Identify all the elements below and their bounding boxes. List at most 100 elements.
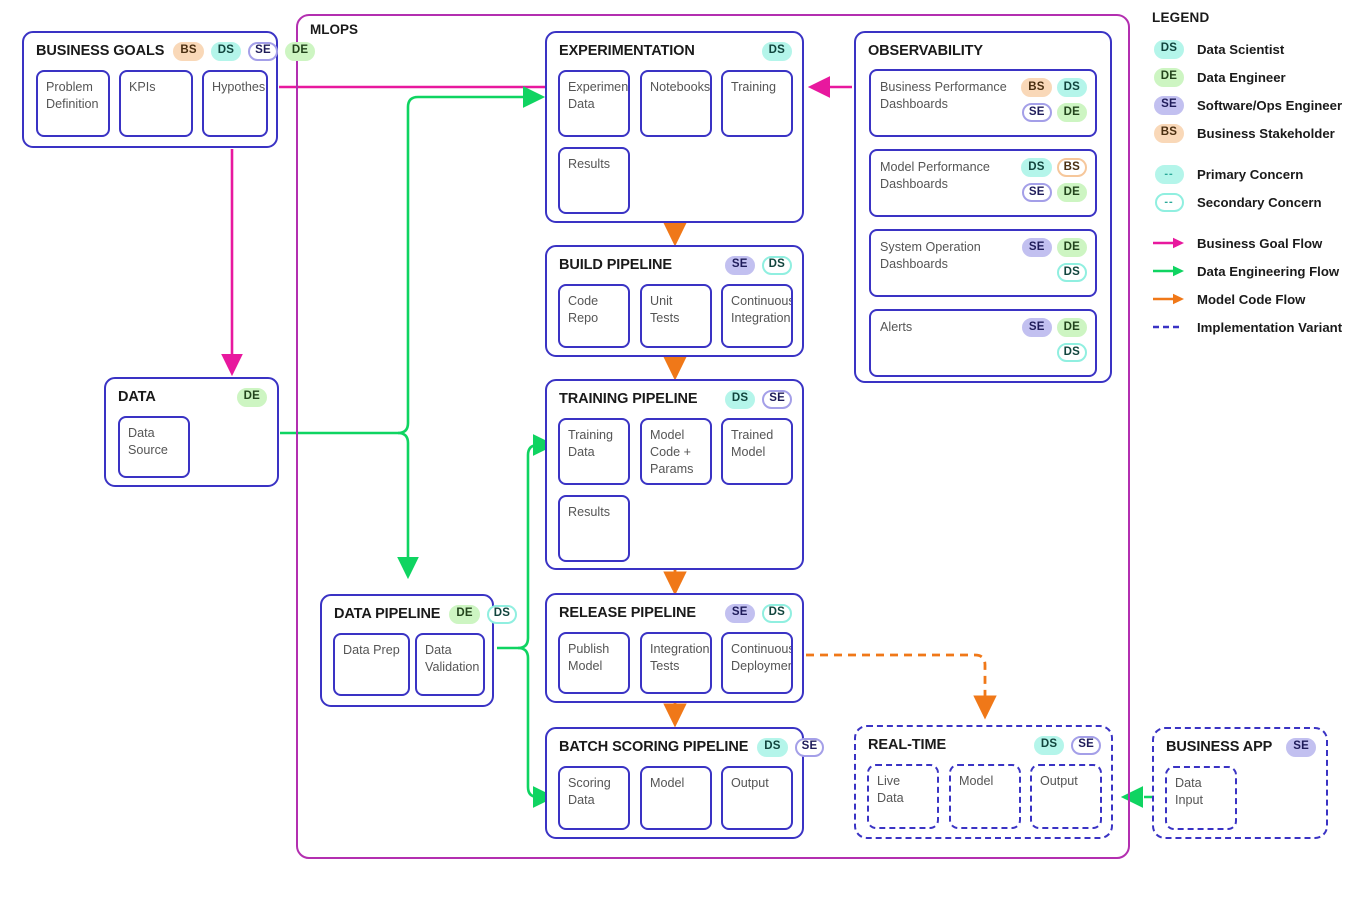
- legend-label: Business Goal Flow: [1197, 235, 1323, 251]
- group-business-goals[interactable]: BUSINESS GOALS BS DS SE DE Problem Defin…: [22, 31, 316, 148]
- legend-label: Data Scientist: [1197, 41, 1285, 57]
- group-data-pipeline[interactable]: DATA PIPELINE DE DS Data Prep Data Valid…: [320, 594, 518, 707]
- group-title: DATA PIPELINE: [334, 606, 441, 622]
- item-experiment-data[interactable]: Experiment Data: [558, 70, 630, 137]
- group-title: BATCH SCORING PIPELINE: [559, 739, 749, 755]
- implementation-variant-dashed-icon: [1152, 324, 1186, 330]
- item-hypothesis[interactable]: Hypothesis: [202, 70, 268, 137]
- badge-bs: BS: [1021, 78, 1052, 97]
- badge-ds: DS: [761, 603, 792, 623]
- group-title: TRAINING PIPELINE: [559, 391, 698, 407]
- badge-row: SE DE DS: [1009, 318, 1087, 362]
- diagram-canvas: MLOPS BUSINESS GOALS BS DS SE DE Problem…: [0, 0, 1359, 900]
- group-header: BUILD PIPELINE SE DS: [559, 254, 792, 276]
- badge-de: DE: [284, 41, 316, 61]
- legend-label: Data Engineer: [1197, 69, 1286, 85]
- legend-label: Implementation Variant: [1197, 319, 1343, 335]
- item-training-data[interactable]: Training Data: [558, 418, 630, 485]
- legend-row-data-scientist: DS Data Scientist: [1152, 35, 1357, 63]
- legend-row-secondary-concern: -- Secondary Concern: [1152, 188, 1357, 216]
- item-data-validation[interactable]: Data Validation: [415, 633, 485, 696]
- badge-row: DS BS SE DE: [1009, 158, 1087, 202]
- item-trained-model[interactable]: Trained Model: [721, 418, 793, 485]
- badge-se: SE: [1152, 95, 1186, 115]
- badge-ds: DS: [1033, 735, 1065, 755]
- group-real-time[interactable]: REAL-TIME DS SE Live Data Model Output: [854, 725, 1113, 839]
- item-results[interactable]: Results: [558, 147, 630, 214]
- legend-row-data-engineer: DE Data Engineer: [1152, 63, 1357, 91]
- item-unit-tests[interactable]: Unit Tests: [640, 284, 712, 348]
- item-problem-definition[interactable]: Problem Definition: [36, 70, 110, 137]
- legend-row-software-ops-engineer: SE Software/Ops Engineer: [1152, 91, 1357, 119]
- legend-spacer: [1152, 216, 1357, 229]
- badge-row: DS SE: [724, 389, 792, 409]
- item-model-code-params[interactable]: Model Code + Params: [640, 418, 712, 485]
- badge-row: DE DS: [449, 604, 518, 624]
- item-data-source[interactable]: Data Source: [118, 416, 190, 478]
- badge-se: SE: [724, 255, 755, 275]
- item-results[interactable]: Results: [558, 495, 630, 562]
- badge-de: DE: [449, 604, 480, 624]
- group-title: BUSINESS GOALS: [36, 43, 165, 59]
- group-header: OBSERVABILITY: [868, 40, 1100, 62]
- group-title: REAL-TIME: [868, 737, 947, 753]
- badge-ds: DS: [761, 255, 792, 275]
- badge-bs: BS: [173, 41, 204, 61]
- item-model[interactable]: Model: [949, 764, 1021, 829]
- group-business-app[interactable]: BUSINESS APP SE Data Input: [1152, 727, 1328, 839]
- badge-row: DS SE: [757, 737, 825, 757]
- obs-row-system-operation-dashboards[interactable]: System Operation Dashboards SE DE DS: [869, 229, 1097, 297]
- obs-row-model-performance-dashboards[interactable]: Model Performance Dashboards DS BS SE DE: [869, 149, 1097, 217]
- item-data-prep[interactable]: Data Prep: [333, 633, 410, 696]
- badge-ds: DS: [210, 41, 242, 61]
- item-continuous-integration[interactable]: Continuous Integration: [721, 284, 793, 348]
- item-live-data[interactable]: Live Data: [867, 764, 939, 829]
- legend-spacer: [1152, 147, 1357, 160]
- obs-row-alerts[interactable]: Alerts SE DE DS: [869, 309, 1097, 377]
- badge-row: DE: [236, 387, 267, 407]
- item-continuous-deployment[interactable]: Continuous Deployment: [721, 632, 793, 694]
- badge-de: DE: [1056, 183, 1087, 202]
- group-title: RELEASE PIPELINE: [559, 605, 696, 621]
- item-output[interactable]: Output: [1030, 764, 1102, 829]
- group-data[interactable]: DATA DE Data Source: [104, 377, 279, 487]
- item-kpis[interactable]: KPIs: [119, 70, 193, 137]
- badge-de: DE: [236, 387, 267, 407]
- group-header: DATA DE: [118, 386, 267, 408]
- item-scoring-data[interactable]: Scoring Data: [558, 766, 630, 830]
- badge-se: SE: [1021, 103, 1052, 122]
- badge-se: SE: [248, 41, 278, 61]
- group-observability[interactable]: OBSERVABILITY Business Performance Dashb…: [854, 31, 1112, 383]
- legend-label: Business Stakeholder: [1197, 125, 1335, 141]
- obs-row-label: System Operation Dashboards: [880, 240, 981, 271]
- group-header: EXPERIMENTATION DS: [559, 40, 792, 62]
- item-publish-model[interactable]: Publish Model: [558, 632, 630, 694]
- obs-row-business-performance-dashboards[interactable]: Business Performance Dashboards BS DS SE…: [869, 69, 1097, 137]
- group-experimentation[interactable]: EXPERIMENTATION DS Experiment Data Noteb…: [545, 31, 804, 223]
- item-notebooks[interactable]: Notebooks: [640, 70, 712, 137]
- badge-de: DE: [1056, 103, 1087, 122]
- item-output[interactable]: Output: [721, 766, 793, 830]
- legend-row-business-goal-flow: Business Goal Flow: [1152, 229, 1357, 257]
- obs-row-label: Model Performance Dashboards: [880, 160, 990, 191]
- item-code-repo[interactable]: Code Repo: [558, 284, 630, 348]
- badge-ds: DS: [1152, 39, 1186, 59]
- item-data-input[interactable]: Data Input: [1165, 766, 1237, 830]
- group-build-pipeline[interactable]: BUILD PIPELINE SE DS Code Repo Unit Test…: [545, 245, 804, 357]
- group-title: EXPERIMENTATION: [559, 43, 695, 59]
- group-batch-scoring-pipeline[interactable]: BATCH SCORING PIPELINE DS SE Scoring Dat…: [545, 727, 825, 839]
- item-integration-tests[interactable]: Integration Tests: [640, 632, 712, 694]
- group-title: BUILD PIPELINE: [559, 257, 673, 273]
- legend-label: Primary Concern: [1197, 166, 1304, 182]
- group-release-pipeline[interactable]: RELEASE PIPELINE SE DS Publish Model Int…: [545, 593, 804, 703]
- group-training-pipeline[interactable]: TRAINING PIPELINE DS SE Training Data Mo…: [545, 379, 804, 570]
- badge-row: SE DE DS: [1009, 238, 1087, 282]
- legend-row-primary-concern: -- Primary Concern: [1152, 160, 1357, 188]
- primary-concern-swatch: --: [1152, 164, 1186, 184]
- badge-de: DE: [1152, 67, 1186, 87]
- badge-ds: DS: [1056, 343, 1087, 362]
- item-training[interactable]: Training: [721, 70, 793, 137]
- item-model[interactable]: Model: [640, 766, 712, 830]
- badge-row: SE DS: [724, 255, 792, 275]
- badge-bs: BS: [1152, 123, 1186, 143]
